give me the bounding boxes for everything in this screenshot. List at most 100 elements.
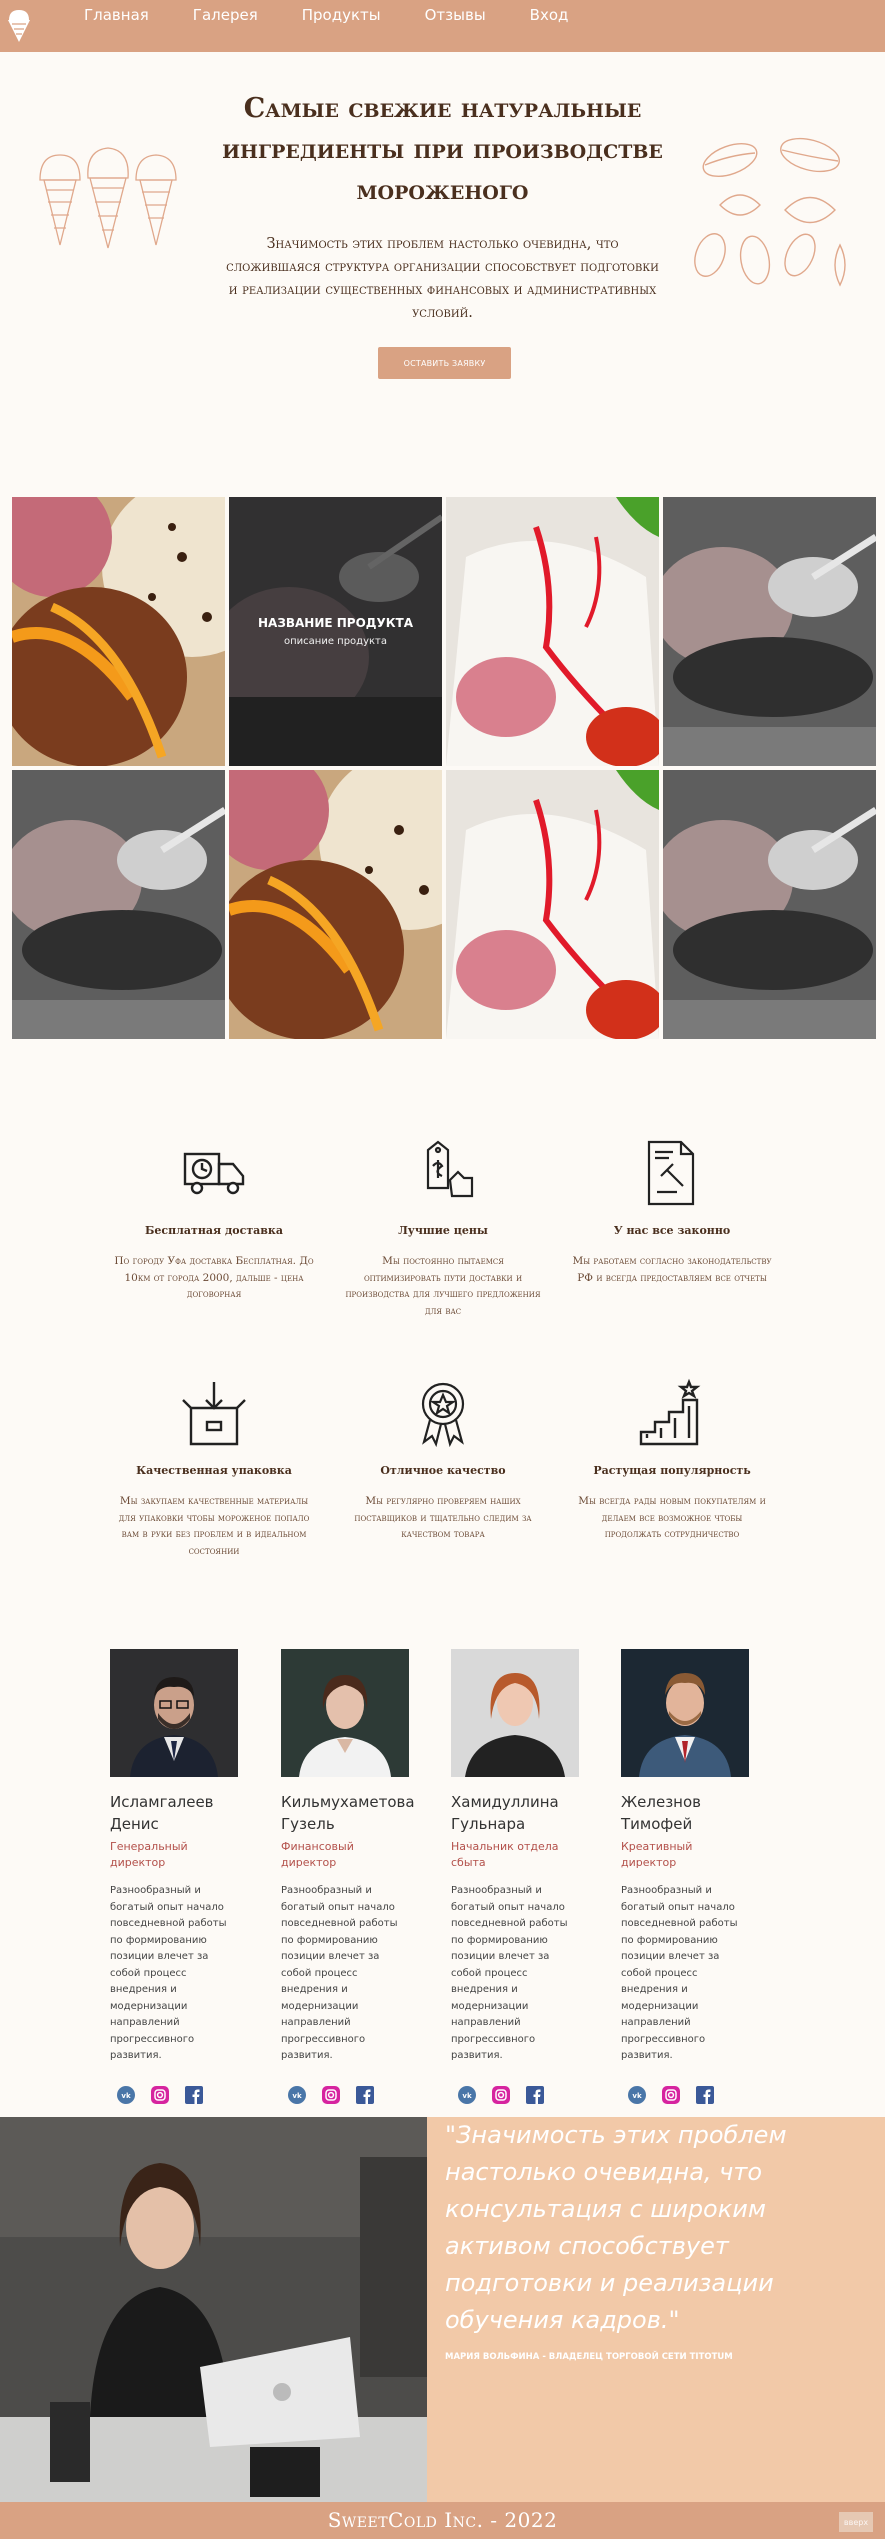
svg-text:vk: vk bbox=[292, 2092, 302, 2100]
package-box-icon bbox=[182, 1382, 246, 1446]
price-tag-icon bbox=[426, 1140, 474, 1198]
strawberry-dessert-image bbox=[446, 497, 659, 766]
team-member-photo bbox=[110, 1649, 238, 1777]
member-name: Исламгалеев Денис bbox=[110, 1793, 214, 1833]
gallery-overlay: НАЗВАНИЕ ПРОДУКТА описание продукта bbox=[229, 497, 442, 766]
vk-icon[interactable]: vk bbox=[457, 2085, 477, 2105]
quality-badge-icon bbox=[421, 1382, 465, 1448]
social-links: vk bbox=[281, 2085, 409, 2105]
instagram-icon[interactable] bbox=[150, 2085, 170, 2105]
footer-copyright: SweetCold Inc. - 2022 bbox=[327, 2508, 558, 2532]
member-role: Начальник отдела сбыта bbox=[451, 1840, 559, 1869]
submit-request-button[interactable]: ОСТАВИТЬ ЗАЯВКУ bbox=[378, 347, 511, 379]
feature-text: Мы постоянно пытаемся оптимизировать пут… bbox=[345, 1255, 541, 1317]
product-description: описание продукта bbox=[284, 636, 387, 647]
vk-icon[interactable]: vk bbox=[116, 2085, 136, 2105]
member-name: Железнов Тимофей bbox=[621, 1793, 702, 1833]
vk-icon[interactable]: vk bbox=[627, 2085, 647, 2105]
feature-title: Лучшие цены bbox=[398, 1224, 488, 1237]
feature-quality: Отличное качество Мы регулярно проверяем… bbox=[343, 1378, 543, 1543]
product-name: НАЗВАНИЕ ПРОДУКТА bbox=[257, 616, 413, 630]
team-member-photo bbox=[281, 1649, 409, 1777]
testimonial-photo bbox=[0, 2117, 427, 2502]
gallery-grid: НАЗВАНИЕ ПРОДУКТА описание продукта bbox=[12, 497, 876, 1039]
vk-icon[interactable]: vk bbox=[287, 2085, 307, 2105]
facebook-icon[interactable] bbox=[184, 2085, 204, 2105]
member-role: Креативный директор bbox=[621, 1840, 693, 1869]
gallery-item[interactable] bbox=[663, 770, 876, 1039]
member-role: Генеральный директор bbox=[110, 1840, 188, 1869]
ice-cream-bowl-image bbox=[663, 770, 876, 1039]
nav-link-home[interactable]: Главная bbox=[84, 6, 149, 24]
top-navbar: Главная Галерея Продукты Отзывы Вход bbox=[0, 0, 885, 52]
team-member-card: Исламгалеев Денис Генеральный директор Р… bbox=[110, 1649, 238, 2105]
growth-stairs-icon bbox=[639, 1378, 701, 1446]
member-name: Кильмухаметова Гузель bbox=[281, 1793, 415, 1833]
footer: SweetCold Inc. - 2022 вверх bbox=[0, 2502, 885, 2539]
gallery-item[interactable] bbox=[663, 497, 876, 766]
gallery-item-featured[interactable]: НАЗВАНИЕ ПРОДУКТА описание продукта bbox=[229, 497, 442, 766]
team-member-photo bbox=[451, 1649, 579, 1777]
nav-link-login[interactable]: Вход bbox=[530, 6, 569, 24]
nav-link-gallery[interactable]: Галерея bbox=[193, 6, 258, 24]
ice-cream-orange-image bbox=[12, 497, 225, 766]
scroll-top-button[interactable]: вверх bbox=[839, 2512, 873, 2532]
svg-text:vk: vk bbox=[632, 2092, 642, 2100]
feature-text: По городу Уфа доставка Бесплатная. До 10… bbox=[114, 1255, 314, 1300]
ice-cream-orange-image bbox=[229, 770, 442, 1039]
member-description: Разнообразный и богатый опыт начало повс… bbox=[451, 1885, 568, 2061]
testimonial-quote: "Значимость этих проблем настолько очеви… bbox=[445, 2121, 787, 2334]
feature-title: Отличное качество bbox=[380, 1464, 506, 1477]
testimonial-panel: "Значимость этих проблем настолько очеви… bbox=[427, 2117, 885, 2502]
ice-cream-bowl-image bbox=[12, 770, 225, 1039]
social-links: vk bbox=[451, 2085, 579, 2105]
feature-title: Бесплатная доставка bbox=[144, 1224, 283, 1237]
social-links: vk bbox=[621, 2085, 749, 2105]
feature-title: У нас все законно bbox=[613, 1224, 731, 1237]
testimonial-author: МАРИЯ ВОЛЬФИНА - ВЛАДЕЛЕЦ ТОРГОВОЙ СЕТИ … bbox=[445, 2352, 733, 2362]
gallery-item[interactable] bbox=[446, 497, 659, 766]
feature-legal: У нас все законно Мы работаем согласно з… bbox=[572, 1138, 772, 1286]
feature-text: Мы закупаем качественные материалы для у… bbox=[118, 1495, 310, 1557]
member-description: Разнообразный и богатый опыт начало повс… bbox=[621, 1885, 738, 2061]
nav-menu: Главная Галерея Продукты Отзывы Вход bbox=[84, 6, 612, 24]
ice-cream-logo-icon[interactable] bbox=[4, 4, 34, 44]
member-description: Разнообразный и богатый опыт начало повс… bbox=[110, 1885, 227, 2061]
ice-cream-cones-illustration bbox=[39, 147, 177, 249]
feature-text: Мы всегда рады новым покупателям и делае… bbox=[578, 1495, 766, 1540]
team-member-card: Хамидуллина Гульнара Начальник отдела сб… bbox=[451, 1649, 579, 2105]
gallery-item[interactable] bbox=[446, 770, 659, 1039]
gallery-item[interactable] bbox=[12, 770, 225, 1039]
gallery-item[interactable] bbox=[12, 497, 225, 766]
social-links: vk bbox=[110, 2085, 238, 2105]
feature-title: Растущая популярность bbox=[593, 1464, 751, 1477]
facebook-icon[interactable] bbox=[355, 2085, 375, 2105]
delivery-truck-icon bbox=[183, 1152, 245, 1195]
cocoa-beans-illustration bbox=[694, 137, 846, 287]
feature-text: Мы работаем согласно законодательству РФ… bbox=[572, 1255, 772, 1284]
team-member-photo bbox=[621, 1649, 749, 1777]
member-role: Финансовый директор bbox=[281, 1840, 354, 1869]
team-member-card: Железнов Тимофей Креативный директор Раз… bbox=[621, 1649, 749, 2105]
instagram-icon[interactable] bbox=[491, 2085, 511, 2105]
ice-cream-bowl-image bbox=[663, 497, 876, 766]
facebook-icon[interactable] bbox=[525, 2085, 545, 2105]
feature-packaging: Качественная упаковка Мы закупаем качест… bbox=[114, 1378, 314, 1559]
facebook-icon[interactable] bbox=[695, 2085, 715, 2105]
feature-free-delivery: Бесплатная доставка По городу Уфа достав… bbox=[114, 1138, 314, 1303]
feature-title: Качественная упаковка bbox=[136, 1464, 292, 1477]
instagram-icon[interactable] bbox=[661, 2085, 681, 2105]
gallery-item[interactable] bbox=[229, 770, 442, 1039]
nav-link-products[interactable]: Продукты bbox=[302, 6, 381, 24]
member-description: Разнообразный и богатый опыт начало повс… bbox=[281, 1885, 398, 2061]
member-name: Хамидуллина Гульнара bbox=[451, 1793, 559, 1833]
hero-text: Значимость этих проблем настолько очевид… bbox=[226, 236, 659, 321]
strawberry-dessert-image bbox=[446, 770, 659, 1039]
svg-text:vk: vk bbox=[121, 2092, 131, 2100]
team-member-card: Кильмухаметова Гузель Финансовый директо… bbox=[281, 1649, 415, 2105]
svg-text:vk: vk bbox=[462, 2092, 472, 2100]
hero-title: Самые свежие натуральные ингредиенты при… bbox=[222, 93, 663, 206]
instagram-icon[interactable] bbox=[321, 2085, 341, 2105]
nav-link-reviews[interactable]: Отзывы bbox=[425, 6, 486, 24]
feature-text: Мы регулярно проверяем наших поставщиков… bbox=[354, 1495, 532, 1540]
